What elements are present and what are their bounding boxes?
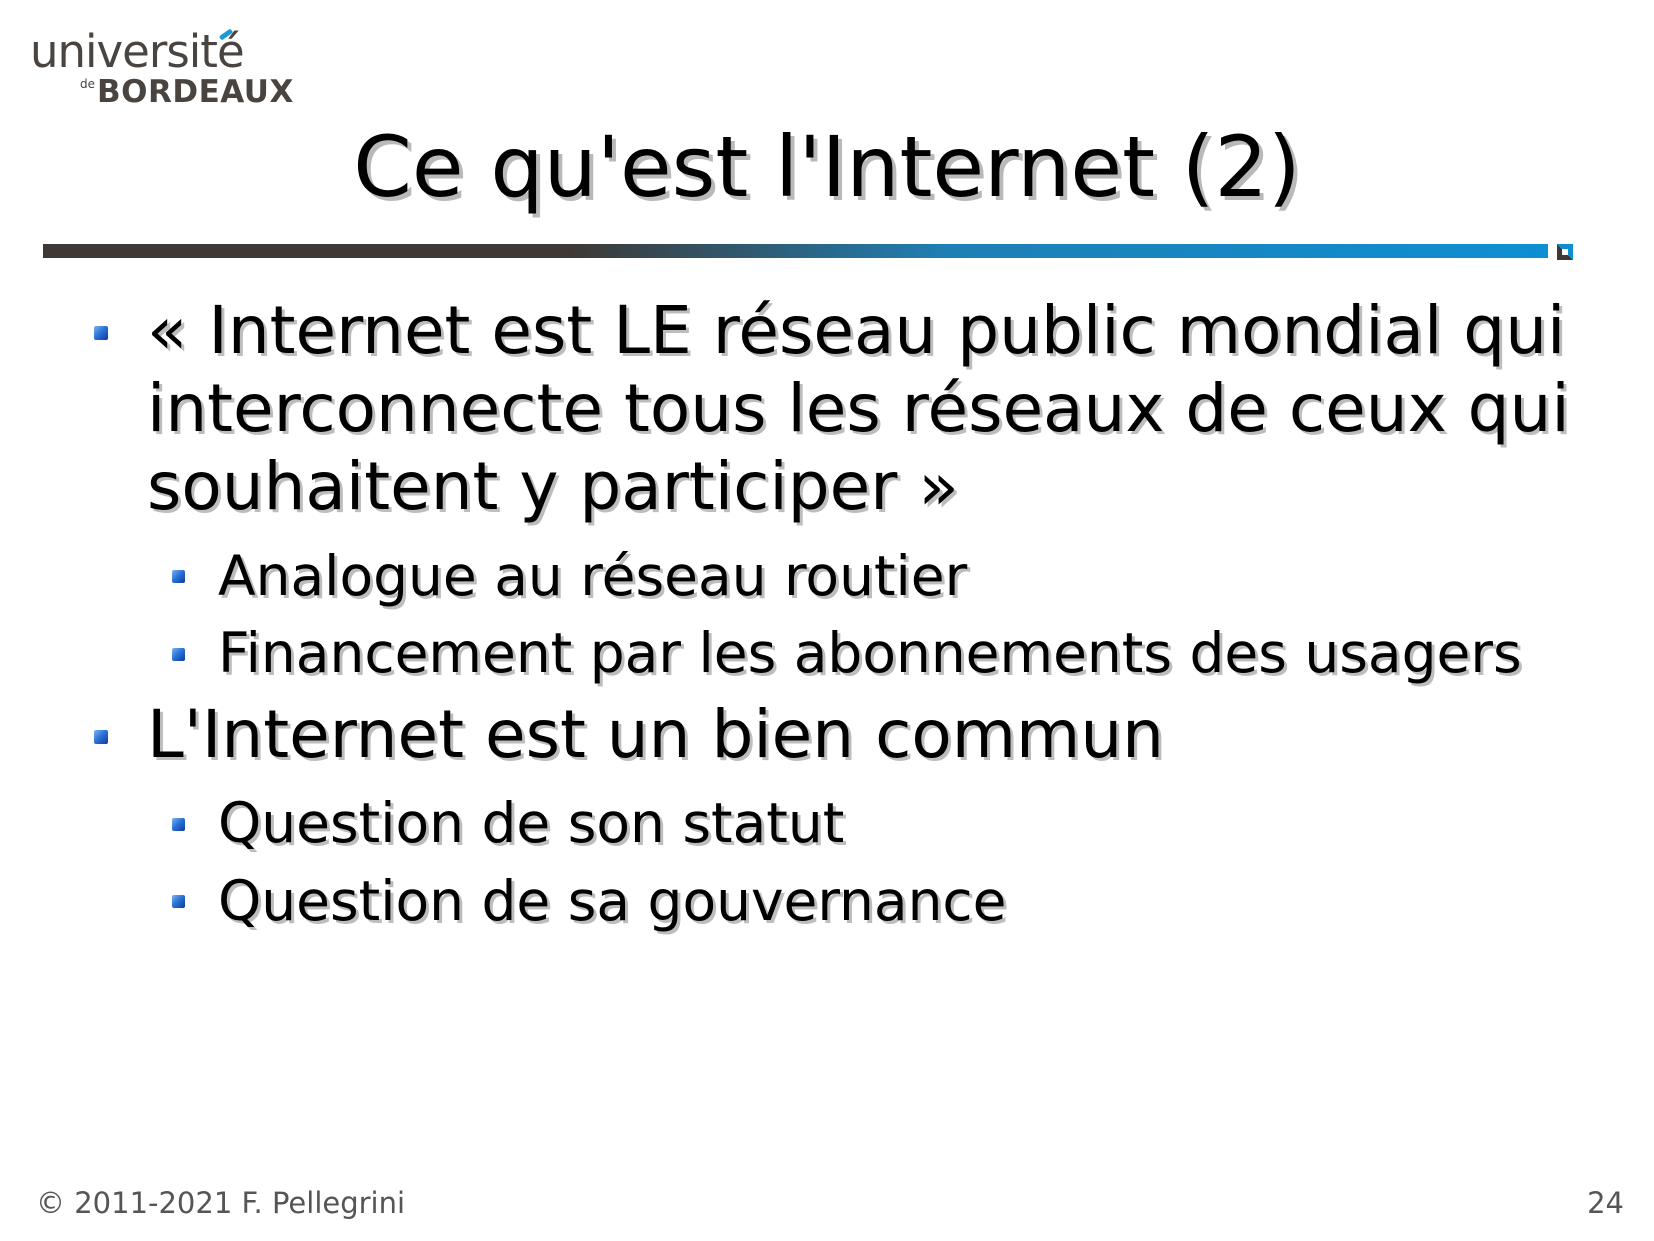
sub-bullet-2-2: Question de sa gouvernance [218,869,1007,933]
divider-end-icon [1557,244,1573,260]
sub-bullet-icon [172,895,185,908]
bullet-2-line-1: L'Internet est un bien commun [147,696,1165,773]
sub-bullet-2-1: Question de son statut [218,791,845,855]
bullet-1-line-3: souhaitent y participer » [147,448,959,525]
footer-copyright: © 2011-2021 F. Pellegrini [36,1186,406,1220]
logo-university-text: université [30,25,245,78]
university-logo: université deBORDEAUX [30,25,293,111]
sub-bullet-1-1: Analogue au réseau routier [218,544,968,608]
bullet-icon [94,730,108,744]
title-divider [43,244,1548,258]
footer-page-number: 24 [1587,1186,1624,1220]
logo-bordeaux-text: BORDEAUX [97,74,294,110]
sub-bullet-icon [172,648,185,661]
logo-de-text: de [80,77,95,91]
sub-bullet-icon [172,818,185,831]
bullet-icon [94,326,108,340]
slide-title: Ce qu'est l'Internet (2) [353,118,1301,216]
sub-bullet-1-2: Financement par les abonnements des usag… [218,621,1522,685]
bullet-1-line-2: interconnecte tous les réseaux de ceux q… [147,370,1570,447]
sub-bullet-icon [172,570,185,583]
bullet-1-line-1: « Internet est LE réseau public mondial … [147,292,1566,369]
logo-bordeaux-line: deBORDEAUX [80,74,294,110]
